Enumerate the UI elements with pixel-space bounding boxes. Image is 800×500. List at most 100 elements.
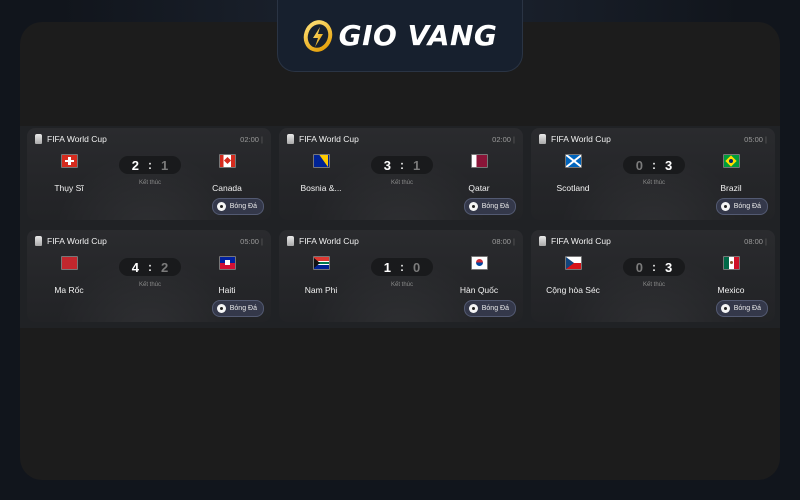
match-status: Kết thúc [642,282,665,288]
card-header: FIFA World Cup 02:00 [35,132,263,146]
world-cup-trophy-icon [287,134,294,144]
away-score: 1 [413,157,421,173]
world-cup-trophy-icon [287,236,294,246]
home-team-name: Nam Phi [304,285,338,295]
sport-label: Bóng Đá [229,203,257,210]
match-card[interactable]: FIFA World Cup 05:00 Scotland 0 : 3 Kết … [531,128,775,220]
competition: FIFA World Cup [287,134,359,144]
competition-name: FIFA World Cup [47,236,107,246]
competition: FIFA World Cup [35,134,107,144]
soccer-ball-icon [468,202,478,211]
competition-name: FIFA World Cup [299,134,359,144]
competition-name: FIFA World Cup [47,134,107,144]
scoreboard: 0 : 3 [623,156,685,174]
away-score: 2 [161,259,169,275]
away-score: 3 [665,259,673,275]
sport-badge[interactable]: Bóng Đá [211,300,264,317]
card-header: FIFA World Cup 08:00 [287,234,515,248]
match-time: 05:00 [240,237,263,246]
match-card[interactable]: FIFA World Cup 08:00 Cộng hòa Séc 0 : 3 … [531,230,775,322]
brazil-flag-icon [722,154,740,168]
away-team: Hàn Quốc [447,256,511,295]
competition-name: FIFA World Cup [551,236,611,246]
score-separator: : [148,260,152,274]
scoreboard: 2 : 1 [119,156,181,174]
home-score: 0 [635,259,643,275]
home-score: 1 [383,259,391,275]
home-team: Nam Phi [289,256,353,295]
score-separator: : [652,158,656,172]
match-card[interactable]: FIFA World Cup 08:00 Nam Phi 1 : 0 Kết t… [279,230,523,322]
score-separator: : [652,260,656,274]
competition: FIFA World Cup [539,134,611,144]
home-score: 3 [383,157,391,173]
home-team-name: Cộng hòa Séc [546,285,600,295]
scotland-flag-icon [564,154,582,168]
south-korea-flag-icon [470,256,488,270]
soccer-ball-icon [720,304,730,313]
sport-badge[interactable]: Bóng Đá [211,198,264,215]
czech-flag-icon [564,256,582,270]
home-team: Scotland [541,154,605,193]
world-cup-trophy-icon [539,236,546,246]
sport-badge[interactable]: Bóng Đá [463,198,516,215]
away-team: Mexico [699,256,763,295]
home-team: Thụy Sĩ [37,154,101,193]
card-header: FIFA World Cup 05:00 [539,132,767,146]
competition: FIFA World Cup [287,236,359,246]
match-card[interactable]: FIFA World Cup 05:00 Ma Rốc 4 : 2 Kết th… [27,230,271,322]
soccer-ball-icon [216,304,226,313]
away-team: Qatar [447,154,511,193]
mexico-flag-icon [722,256,740,270]
sport-badge[interactable]: Bóng Đá [463,300,516,317]
match-status: Kết thúc [138,180,161,186]
card-header: FIFA World Cup 08:00 [539,234,767,248]
match-card[interactable]: FIFA World Cup 02:00 Bosnia &... 3 : 1 K… [279,128,523,220]
home-team: Bosnia &... [289,154,353,193]
match-status: Kết thúc [390,180,413,186]
competition-name: FIFA World Cup [551,134,611,144]
home-score: 0 [635,157,643,173]
match-status: Kết thúc [390,282,413,288]
away-score: 0 [413,259,421,275]
sport-label: Bóng Đá [229,305,257,312]
soccer-ball-icon [468,304,478,313]
haiti-flag-icon [218,256,236,270]
switzerland-flag-icon [60,154,78,168]
match-time: 02:00 [492,135,515,144]
match-grid: FIFA World Cup 02:00 Thụy Sĩ 2 : 1 Kết t… [27,128,775,322]
card-header: FIFA World Cup 05:00 [35,234,263,248]
home-team-name: Scotland [556,183,590,193]
canada-flag-icon [218,154,236,168]
soccer-ball-icon [216,202,226,211]
sport-label: Bóng Đá [733,305,761,312]
morocco-flag-icon [60,256,78,270]
home-team: Cộng hòa Séc [541,256,605,295]
qatar-flag-icon [470,154,488,168]
scoreboard: 0 : 3 [623,258,685,276]
away-team-name: Haiti [218,285,236,295]
match-time: 05:00 [744,135,767,144]
sport-label: Bóng Đá [733,203,761,210]
match-status: Kết thúc [138,282,161,288]
match-card[interactable]: FIFA World Cup 02:00 Thụy Sĩ 2 : 1 Kết t… [27,128,271,220]
gold-ball-logo-icon [303,19,332,52]
home-team-name: Thụy Sĩ [54,183,84,193]
sport-badge[interactable]: Bóng Đá [715,300,768,317]
away-team: Haiti [195,256,259,295]
competition-name: FIFA World Cup [299,236,359,246]
scoreboard: 1 : 0 [371,258,433,276]
match-time: 02:00 [240,135,263,144]
scoreboard: 3 : 1 [371,156,433,174]
scoreboard: 4 : 2 [119,258,181,276]
world-cup-trophy-icon [35,236,42,246]
home-team: Ma Rốc [37,256,101,295]
brand-logo[interactable]: GIO VANG [277,0,523,72]
south-africa-flag-icon [312,256,330,270]
competition: FIFA World Cup [35,236,107,246]
sport-label: Bóng Đá [481,203,509,210]
sport-badge[interactable]: Bóng Đá [715,198,768,215]
away-team-name: Hàn Quốc [459,285,499,295]
bosnia-flag-icon [312,154,330,168]
score-separator: : [148,158,152,172]
